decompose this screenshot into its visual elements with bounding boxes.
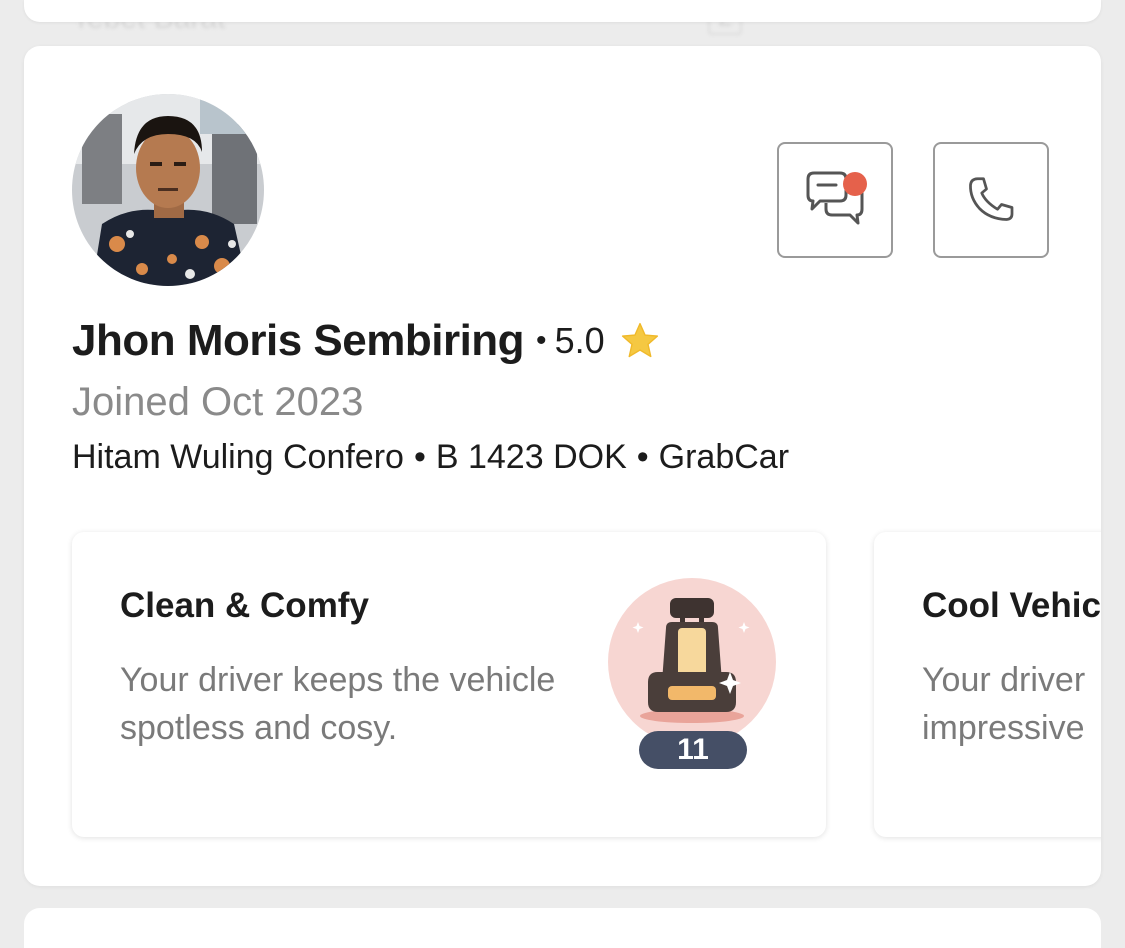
badge-card-cool-vehicle[interactable]: Cool Vehic Your driver impressive — [874, 532, 1101, 837]
driver-card: Jhon Moris Sembiring • 5.0 Joined Oct 20… — [24, 46, 1101, 886]
driver-avatar — [72, 94, 264, 286]
separator-dot: • — [413, 438, 426, 476]
chat-button[interactable] — [777, 142, 893, 258]
badge-description: Your driver keeps the vehicle spotless a… — [120, 661, 556, 747]
badge-description-line: impressive — [922, 709, 1085, 747]
badge-description-line: Your driver — [922, 661, 1086, 699]
previous-card — [24, 0, 1101, 22]
call-button[interactable] — [933, 142, 1049, 258]
badge-title: Clean & Comfy — [120, 586, 369, 625]
joined-date: Joined Oct 2023 — [72, 380, 364, 424]
driver-name-row: Jhon Moris Sembiring • 5.0 — [72, 316, 661, 366]
phone-icon — [969, 177, 1014, 221]
driver-name: Jhon Moris Sembiring — [72, 316, 525, 365]
star-icon — [619, 321, 661, 361]
vehicle-model: Hitam Wuling Confero — [72, 438, 404, 476]
driver-rating: 5.0 — [554, 320, 605, 361]
vehicle-info: Hitam Wuling Confero • B 1423 DOK • GrabCar — [72, 438, 789, 477]
license-plate: B 1423 DOK — [435, 438, 627, 476]
service-type: GrabCar — [658, 438, 790, 476]
badge-card-clean-comfy[interactable]: Clean & Comfy Your driver keeps the vehi… — [72, 532, 826, 837]
badge-title: Cool Vehic — [922, 586, 1101, 625]
badge-count: 11 — [639, 731, 747, 769]
separator-dot: • — [536, 324, 547, 357]
notification-dot — [843, 172, 867, 196]
badge-description: Your driver impressive — [922, 656, 1101, 752]
next-card — [24, 908, 1101, 948]
separator-dot: • — [636, 438, 649, 476]
